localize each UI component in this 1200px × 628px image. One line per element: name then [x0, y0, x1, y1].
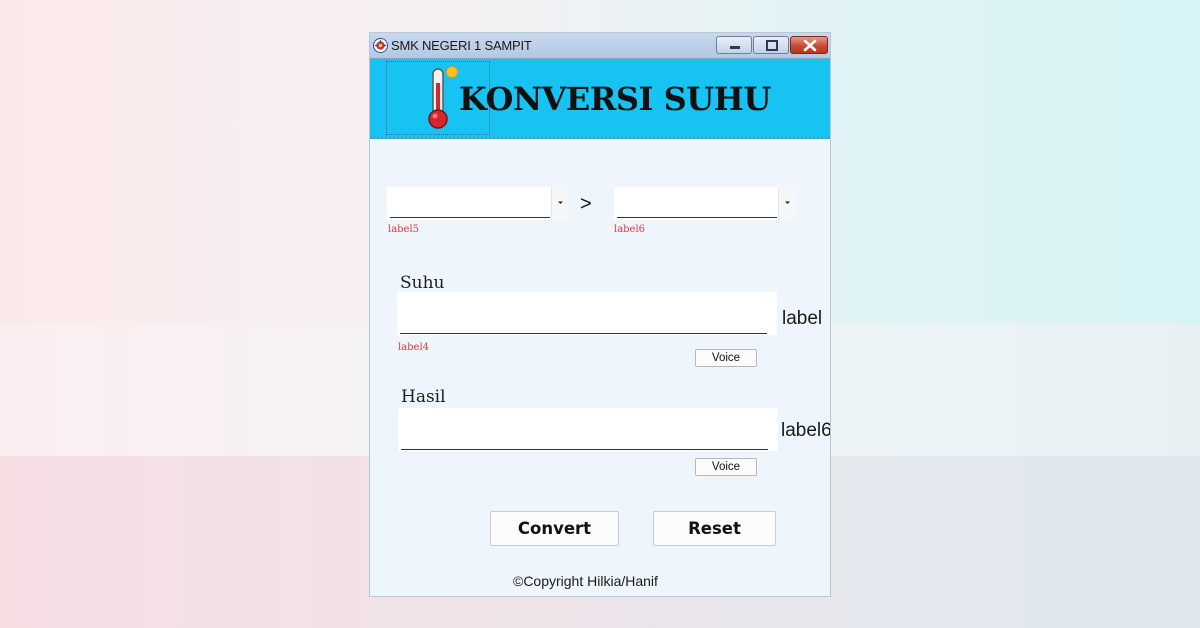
header-banner: KONVERSI SUHU: [370, 59, 830, 139]
to-unit-dropdown[interactable]: [614, 187, 796, 220]
from-unit-dropdown[interactable]: [387, 187, 569, 220]
suhu-input[interactable]: [397, 292, 777, 335]
copyright-text: ©Copyright Hilkia/Hanif: [513, 573, 658, 589]
reset-button[interactable]: Reset: [653, 511, 776, 546]
maximize-icon: [766, 40, 778, 51]
banner-title: KONVERSI SUHU: [459, 80, 771, 118]
minimize-icon: [730, 46, 740, 49]
hasil-label: Hasil: [401, 387, 446, 407]
chevron-down-icon: [558, 201, 563, 204]
hasil-voice-button[interactable]: Voice: [695, 458, 757, 476]
minimize-button[interactable]: [716, 36, 752, 54]
hasil-output[interactable]: [398, 408, 778, 451]
from-unit-status-label: label5: [388, 224, 420, 235]
conversion-arrow: >: [580, 193, 592, 215]
to-unit-dropdown-arrow[interactable]: [778, 187, 796, 220]
suhu-input-underline: [400, 333, 767, 334]
app-logo-icon[interactable]: [373, 38, 388, 53]
thermometer-icon: [428, 66, 458, 129]
close-button[interactable]: [790, 36, 828, 54]
suhu-voice-button[interactable]: Voice: [695, 349, 757, 367]
from-unit-dropdown-arrow[interactable]: [551, 187, 569, 220]
maximize-button[interactable]: [753, 36, 789, 54]
app-window: SMK NEGERI 1 SAMPIT KONVERSI SUHU > labe…: [370, 33, 830, 596]
suhu-status-label: label4: [398, 342, 430, 353]
chevron-down-icon: [785, 201, 790, 204]
hasil-output-underline: [401, 449, 768, 450]
hasil-unit-label: label6: [781, 420, 830, 441]
window-title: SMK NEGERI 1 SAMPIT: [391, 38, 532, 53]
suhu-label: Suhu: [400, 273, 445, 293]
suhu-unit-label: label: [782, 308, 823, 329]
convert-button[interactable]: Convert: [490, 511, 619, 546]
to-unit-status-label: label6: [614, 224, 646, 235]
to-unit-underline: [617, 217, 777, 218]
title-bar[interactable]: SMK NEGERI 1 SAMPIT: [370, 33, 830, 59]
from-unit-underline: [390, 217, 550, 218]
close-icon: [803, 39, 817, 52]
